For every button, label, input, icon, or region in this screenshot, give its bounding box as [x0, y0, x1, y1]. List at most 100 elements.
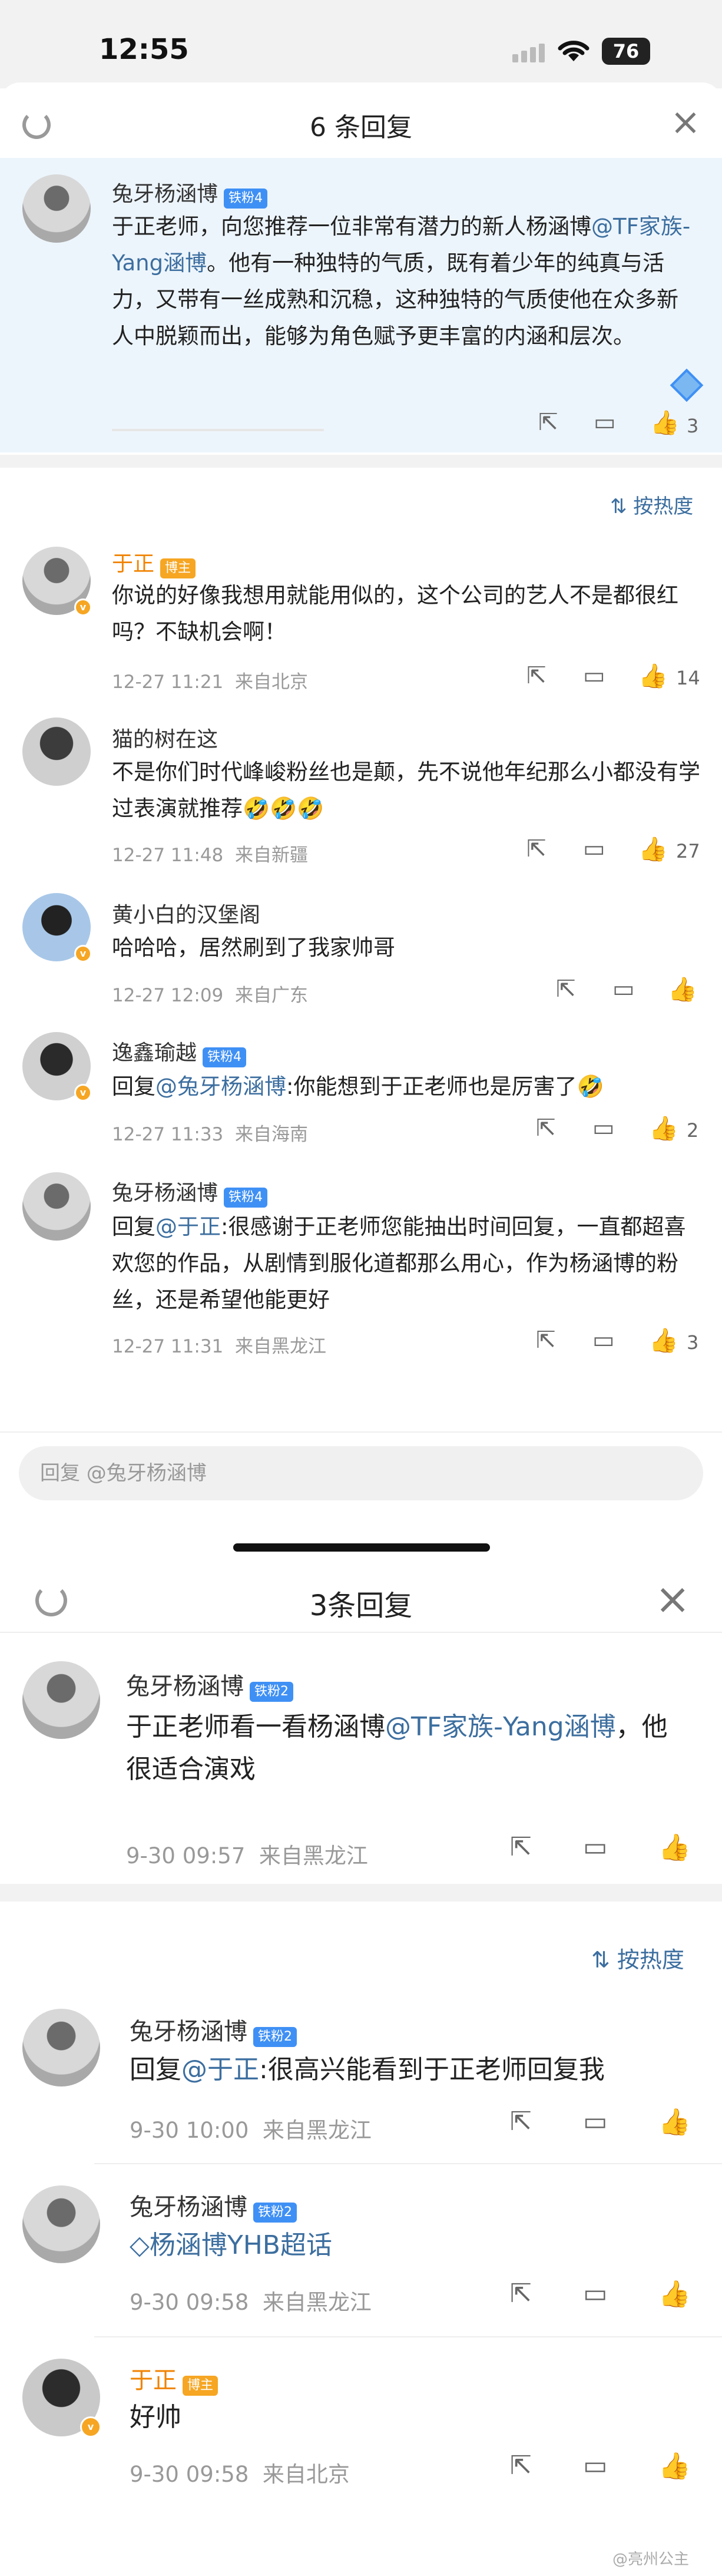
like-icon[interactable]: 👍 [658, 2279, 691, 2309]
reply-author-line: 逸鑫瑜越 铁粉4 [112, 1036, 247, 1067]
comment-icon[interactable]: ▭ [583, 835, 605, 862]
comment-icon[interactable]: ▭ [583, 2279, 608, 2309]
share-icon[interactable]: ⇱ [510, 2279, 532, 2309]
comment-icon[interactable]: ▭ [583, 662, 605, 689]
share-icon[interactable]: ⇱ [510, 1832, 532, 1862]
share-icon[interactable]: ⇱ [536, 1327, 556, 1354]
like-icon[interactable]: 👍 [650, 409, 680, 437]
divider [94, 2336, 722, 2337]
avatar[interactable] [22, 717, 91, 786]
reply-author-line: 于正 博主 [130, 2361, 218, 2396]
header-divider [0, 1632, 722, 1633]
root-comment-text: 于正老师，向您推荐一位非常有潜力的新人杨涵博@TF家族-Yang涵博。他有一种独… [112, 214, 691, 349]
author-name[interactable]: 兔牙杨涵博 [112, 1181, 218, 1205]
like-count: 14 [676, 667, 700, 689]
author-name[interactable]: 黄小白的汉堡阁 [112, 898, 260, 928]
share-icon[interactable]: ⇱ [556, 975, 576, 1003]
fan-badge: 铁粉2 [253, 2026, 297, 2047]
fan-badge: 铁粉2 [250, 1681, 293, 1702]
reply-author-line: 兔牙杨涵博 铁粉2 [130, 2188, 297, 2223]
reply-meta: 12-27 11:21 来自北京 [112, 672, 308, 693]
avatar[interactable] [22, 2185, 100, 2263]
comment-icon[interactable]: ▭ [583, 1832, 608, 1862]
laughing-emoji-icon: 🤣 [577, 1074, 604, 1099]
reply-input[interactable]: 回复 @兔牙杨涵博 [19, 1446, 703, 1500]
reply-text: 不是你们时代峰峻粉丝也是颠，先不说他年纪那么小都没有学过表演就推荐🤣🤣🤣 [112, 759, 700, 821]
verified-icon: v [74, 598, 92, 616]
sort-button[interactable]: ⇅ 按热度 [591, 1942, 684, 1974]
author-name[interactable]: 兔牙杨涵博 [112, 182, 218, 206]
signal-icon [512, 44, 548, 62]
laughing-emoji-icon: 🤣🤣🤣 [243, 796, 324, 821]
avatar[interactable]: v [22, 2359, 101, 2438]
reply-text: 哈哈哈，居然刷到了我家帅哥 [112, 935, 395, 960]
comment-icon[interactable]: ▭ [592, 1115, 615, 1142]
sheet-title: 6 条回复 [310, 113, 412, 143]
author-name[interactable]: 兔牙杨涵博 [130, 2194, 247, 2221]
share-icon[interactable]: ⇱ [510, 2451, 532, 2481]
reply-meta: 9-30 09:58 来自北京 [130, 2462, 350, 2487]
reply-text: 回复@兔牙杨涵博:你能想到于正老师也是厉害了🤣 [112, 1074, 604, 1099]
reply-meta: 12-27 12:09 来自广东 [112, 985, 308, 1006]
avatar[interactable] [22, 2009, 100, 2086]
close-icon[interactable]: × [655, 1578, 690, 1620]
author-name[interactable]: 于正 [130, 2367, 177, 2394]
author-name[interactable]: 兔牙杨涵博 [130, 2018, 247, 2045]
author-name[interactable]: 于正 [112, 552, 154, 576]
reply-meta: 9-30 10:00 来自黑龙江 [130, 2118, 372, 2143]
avatar[interactable] [22, 174, 91, 243]
reply-text: 回复@于正:很感谢于正老师您能抽出时间回复，一直都超喜欢您的作品，从剧情到服化道… [112, 1214, 686, 1312]
supertopic-link[interactable]: ◇杨涵博YHB超话 [130, 2224, 332, 2267]
comment-icon[interactable]: ▭ [612, 975, 635, 1003]
host-badge: 博主 [160, 558, 196, 578]
avatar[interactable] [22, 1661, 100, 1739]
root-comment-text: 于正老师看一看杨涵博@TF家族-Yang涵博，他很适合演戏 [126, 1712, 668, 1784]
like-icon[interactable]: 👍 [668, 975, 697, 1003]
comment-icon[interactable]: ▭ [583, 2107, 608, 2137]
close-icon[interactable]: × [670, 104, 701, 140]
comment-icon[interactable]: ▭ [592, 1327, 615, 1354]
author-name[interactable]: 兔牙杨涵博 [126, 1673, 244, 1700]
avatar[interactable]: v [22, 1032, 92, 1102]
like-icon[interactable]: 👍 [649, 1115, 678, 1142]
like-icon[interactable]: 👍 [638, 835, 668, 863]
placeholder-line [112, 429, 324, 431]
root-meta: 9-30 09:57 来自黑龙江 [126, 1843, 368, 1869]
avatar[interactable]: v [22, 893, 92, 963]
mention-link[interactable]: @TF家族-Yang涵博 [385, 1712, 616, 1742]
like-icon[interactable]: 👍 [658, 2107, 691, 2137]
separator [0, 1884, 722, 1902]
like-count: 27 [676, 840, 700, 862]
share-icon[interactable]: ⇱ [510, 2107, 532, 2137]
avatar[interactable]: v [22, 547, 92, 616]
root-author-line: 兔牙杨涵博 铁粉4 [112, 177, 268, 209]
author-name[interactable]: 猫的树在这 [112, 722, 218, 753]
author-name[interactable]: 逸鑫瑜越 [112, 1041, 197, 1065]
reply-author-line: 兔牙杨涵博 铁粉2 [130, 2012, 297, 2047]
comment-icon[interactable]: ▭ [594, 409, 616, 436]
share-icon[interactable]: ⇱ [538, 409, 558, 436]
comment-icon[interactable]: ▭ [583, 2451, 608, 2481]
status-time: 12:55 [99, 33, 189, 66]
fan-badge: 铁粉4 [224, 188, 268, 209]
fan-badge: 铁粉4 [224, 1187, 268, 1208]
share-icon[interactable]: ⇱ [536, 1115, 556, 1142]
avatar[interactable] [22, 1172, 91, 1241]
mention-link[interactable]: @于正 [155, 1214, 221, 1239]
sheet-title: 3条回复 [309, 1589, 413, 1622]
diamond-icon: ◇ [130, 2230, 150, 2260]
share-icon[interactable]: ⇱ [526, 835, 547, 862]
mention-link[interactable]: @于正 [181, 2055, 259, 2085]
like-icon[interactable]: 👍 [658, 1832, 691, 1863]
like-icon[interactable]: 👍 [638, 662, 668, 690]
reply-meta: 9-30 09:58 来自黑龙江 [130, 2290, 372, 2315]
share-icon[interactable]: ⇱ [526, 662, 547, 689]
reply-author-line: 兔牙杨涵博 铁粉4 [112, 1176, 268, 1208]
divider [94, 2163, 722, 2164]
sort-button[interactable]: ⇅ 按热度 [610, 490, 693, 519]
separator [0, 455, 722, 468]
like-icon[interactable]: 👍 [649, 1327, 678, 1354]
like-icon[interactable]: 👍 [658, 2451, 691, 2481]
mention-link[interactable]: @兔牙杨涵博 [155, 1074, 286, 1099]
like-count: 3 [687, 1331, 699, 1354]
